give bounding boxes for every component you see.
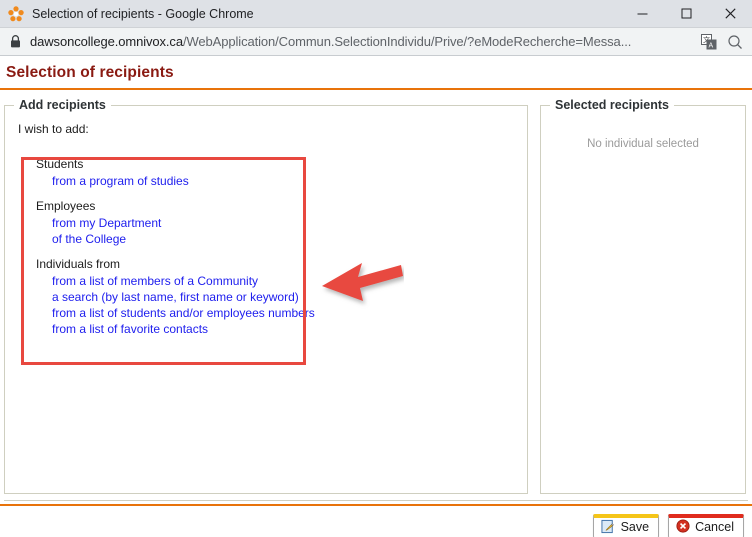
no-individual-selected-message: No individual selected bbox=[587, 138, 699, 150]
page-content: Selection of recipients Add recipients I… bbox=[0, 56, 752, 537]
error-x-circle-icon bbox=[676, 519, 690, 536]
footer-divider-gray bbox=[4, 500, 748, 501]
link-from-my-department[interactable]: from my Department bbox=[52, 215, 527, 231]
window-close-button[interactable] bbox=[708, 0, 752, 28]
group-heading-employees: Employees bbox=[36, 199, 96, 213]
window-maximize-button[interactable] bbox=[664, 0, 708, 28]
group-heading-students: Students bbox=[36, 157, 84, 171]
cancel-button[interactable]: Cancel bbox=[668, 514, 744, 537]
save-button-label: Save bbox=[620, 520, 650, 535]
panels-row: Add recipients I wish to add: Students f… bbox=[0, 90, 752, 494]
link-from-a-list-of-favorite-contacts[interactable]: from a list of favorite contacts bbox=[52, 321, 527, 337]
footer-actions: Save Cancel bbox=[0, 506, 752, 537]
option-group-students: Students from a program of studies bbox=[36, 158, 527, 189]
lock-icon bbox=[10, 35, 21, 48]
link-a-search-by-name-or-keyword[interactable]: a search (by last name, first name or ke… bbox=[52, 289, 527, 305]
selected-recipients-legend: Selected recipients bbox=[555, 98, 669, 112]
add-recipients-panel: Add recipients I wish to add: Students f… bbox=[4, 98, 528, 494]
zoom-out-icon[interactable] bbox=[722, 28, 748, 56]
omnivox-flower-icon bbox=[8, 5, 24, 22]
link-from-a-list-of-members-of-a-community[interactable]: from a list of members of a Community bbox=[52, 273, 527, 289]
url-path: /WebApplication/Commun.SelectionIndividu… bbox=[182, 34, 632, 49]
edit-document-icon bbox=[601, 519, 616, 537]
address-bar[interactable]: dawsoncollege.omnivox.ca/WebApplication/… bbox=[0, 28, 752, 56]
link-of-the-college[interactable]: of the College bbox=[52, 231, 527, 247]
url-host: dawsoncollege.omnivox.ca bbox=[30, 34, 183, 49]
translate-icon[interactable]: 文 A bbox=[696, 28, 722, 56]
url-text[interactable]: dawsoncollege.omnivox.ca/WebApplication/… bbox=[30, 34, 696, 49]
link-from-a-program-of-studies[interactable]: from a program of studies bbox=[52, 173, 527, 189]
link-from-a-list-of-student-employee-numbers[interactable]: from a list of students and/or employees… bbox=[52, 305, 527, 321]
browser-window: Selection of recipients - Google Chrome … bbox=[0, 0, 752, 537]
group-heading-individuals-from: Individuals from bbox=[36, 257, 121, 271]
svg-text:A: A bbox=[709, 42, 714, 49]
option-group-employees: Employees from my Department of the Coll… bbox=[36, 200, 527, 247]
selected-recipients-panel: Selected recipients No individual select… bbox=[540, 98, 746, 494]
i-wish-to-add-label: I wish to add: bbox=[18, 122, 89, 136]
title-bar: Selection of recipients - Google Chrome bbox=[0, 0, 752, 28]
cancel-button-label: Cancel bbox=[695, 520, 734, 535]
add-recipients-legend: Add recipients bbox=[19, 98, 106, 112]
window-minimize-button[interactable] bbox=[620, 0, 664, 28]
page-title: Selection of recipients bbox=[6, 64, 174, 81]
save-button[interactable]: Save bbox=[592, 514, 660, 537]
recipient-options-list: Students from a program of studies Emplo… bbox=[5, 136, 527, 337]
option-group-individuals-from: Individuals from from a list of members … bbox=[36, 258, 527, 337]
window-title: Selection of recipients - Google Chrome bbox=[32, 6, 254, 21]
